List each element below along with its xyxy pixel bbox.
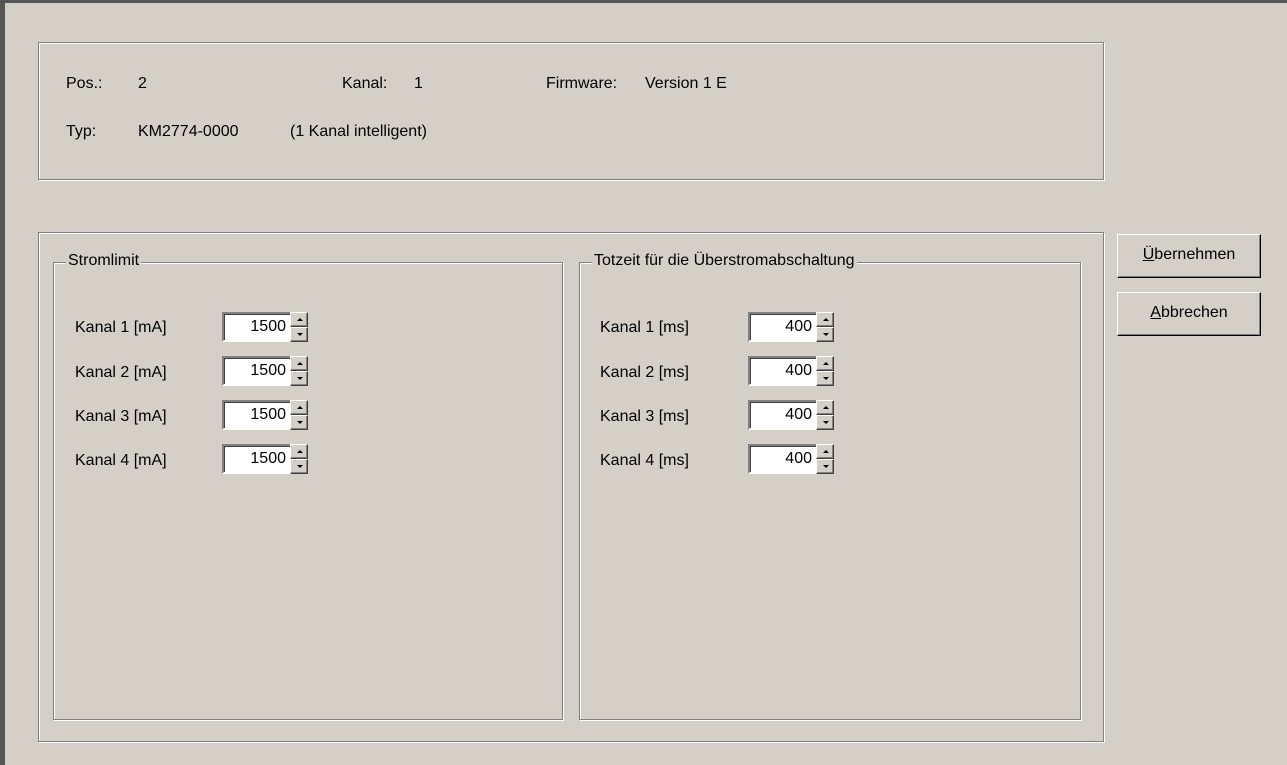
totzeit-input-3[interactable]: 400 bbox=[748, 400, 818, 430]
pos-label: Pos.: bbox=[66, 75, 103, 92]
apply-accelerator: Ü bbox=[1142, 246, 1155, 263]
spin-down-button[interactable] bbox=[290, 327, 308, 342]
totzeit-title: Totzeit für die Überstromabschaltung bbox=[592, 252, 857, 270]
spin-up-button[interactable] bbox=[816, 312, 834, 327]
cancel-label: bbrechen bbox=[1160, 304, 1228, 321]
arrow-down-icon bbox=[823, 465, 829, 468]
arrow-down-icon bbox=[297, 333, 303, 336]
arrow-down-icon bbox=[297, 465, 303, 468]
arrow-up-icon bbox=[823, 362, 829, 365]
kanal-value: 1 bbox=[414, 75, 423, 92]
stromlimit-label-2: Kanal 2 [mA] bbox=[75, 364, 167, 381]
totzeit-spinner-2[interactable] bbox=[816, 356, 834, 386]
spin-down-button[interactable] bbox=[290, 415, 308, 430]
arrow-down-icon bbox=[823, 421, 829, 424]
spin-down-button[interactable] bbox=[816, 327, 834, 342]
totzeit-input-4[interactable]: 400 bbox=[748, 444, 818, 474]
cancel-accelerator: A bbox=[1150, 304, 1161, 321]
stromlimit-label-3: Kanal 3 [mA] bbox=[75, 408, 167, 425]
arrow-up-icon bbox=[823, 406, 829, 409]
spin-up-button[interactable] bbox=[816, 444, 834, 459]
spin-up-button[interactable] bbox=[816, 400, 834, 415]
spin-down-button[interactable] bbox=[816, 371, 834, 386]
pos-value: 2 bbox=[138, 75, 147, 92]
spin-down-button[interactable] bbox=[290, 459, 308, 474]
arrow-down-icon bbox=[823, 377, 829, 380]
spin-down-button[interactable] bbox=[816, 415, 834, 430]
arrow-up-icon bbox=[297, 318, 303, 321]
typ-description: (1 Kanal intelligent) bbox=[290, 123, 427, 140]
spin-down-button[interactable] bbox=[816, 459, 834, 474]
spin-up-button[interactable] bbox=[816, 356, 834, 371]
stromlimit-title: Stromlimit bbox=[66, 252, 142, 270]
arrow-down-icon bbox=[297, 377, 303, 380]
stromlimit-label-1: Kanal 1 [mA] bbox=[75, 319, 167, 336]
totzeit-input-1[interactable]: 400 bbox=[748, 312, 818, 342]
arrow-up-icon bbox=[823, 450, 829, 453]
spin-down-button[interactable] bbox=[290, 371, 308, 386]
totzeit-spinner-1[interactable] bbox=[816, 312, 834, 342]
arrow-up-icon bbox=[297, 406, 303, 409]
stromlimit-spinner-3[interactable] bbox=[290, 400, 308, 430]
firmware-value: Version 1 E bbox=[645, 75, 727, 92]
arrow-up-icon bbox=[297, 362, 303, 365]
totzeit-label-3: Kanal 3 [ms] bbox=[600, 408, 689, 425]
spin-up-button[interactable] bbox=[290, 400, 308, 415]
kanal-label: Kanal: bbox=[342, 75, 388, 92]
apply-button[interactable]: Übernehmen bbox=[1117, 234, 1261, 278]
firmware-label: Firmware: bbox=[546, 75, 618, 92]
arrow-down-icon bbox=[823, 333, 829, 336]
stromlimit-spinner-4[interactable] bbox=[290, 444, 308, 474]
typ-value: KM2774-0000 bbox=[138, 123, 239, 140]
stromlimit-input-3[interactable]: 1500 bbox=[222, 400, 292, 430]
arrow-up-icon bbox=[823, 318, 829, 321]
arrow-down-icon bbox=[297, 421, 303, 424]
totzeit-spinner-3[interactable] bbox=[816, 400, 834, 430]
stromlimit-spinner-2[interactable] bbox=[290, 356, 308, 386]
stromlimit-spinner-1[interactable] bbox=[290, 312, 308, 342]
stromlimit-input-2[interactable]: 1500 bbox=[222, 356, 292, 386]
totzeit-label-1: Kanal 1 [ms] bbox=[600, 319, 689, 336]
totzeit-label-2: Kanal 2 [ms] bbox=[600, 364, 689, 381]
spin-up-button[interactable] bbox=[290, 356, 308, 371]
totzeit-label-4: Kanal 4 [ms] bbox=[600, 452, 689, 469]
cancel-button[interactable]: Abbrechen bbox=[1117, 292, 1261, 336]
stromlimit-input-4[interactable]: 1500 bbox=[222, 444, 292, 474]
stromlimit-label-4: Kanal 4 [mA] bbox=[75, 452, 167, 469]
totzeit-input-2[interactable]: 400 bbox=[748, 356, 818, 386]
stromlimit-input-1[interactable]: 1500 bbox=[222, 312, 292, 342]
spin-up-button[interactable] bbox=[290, 444, 308, 459]
spin-up-button[interactable] bbox=[290, 312, 308, 327]
apply-label: bernehmen bbox=[1154, 246, 1236, 263]
info-panel bbox=[38, 42, 1104, 180]
arrow-up-icon bbox=[297, 450, 303, 453]
typ-label: Typ: bbox=[66, 123, 97, 140]
totzeit-spinner-4[interactable] bbox=[816, 444, 834, 474]
